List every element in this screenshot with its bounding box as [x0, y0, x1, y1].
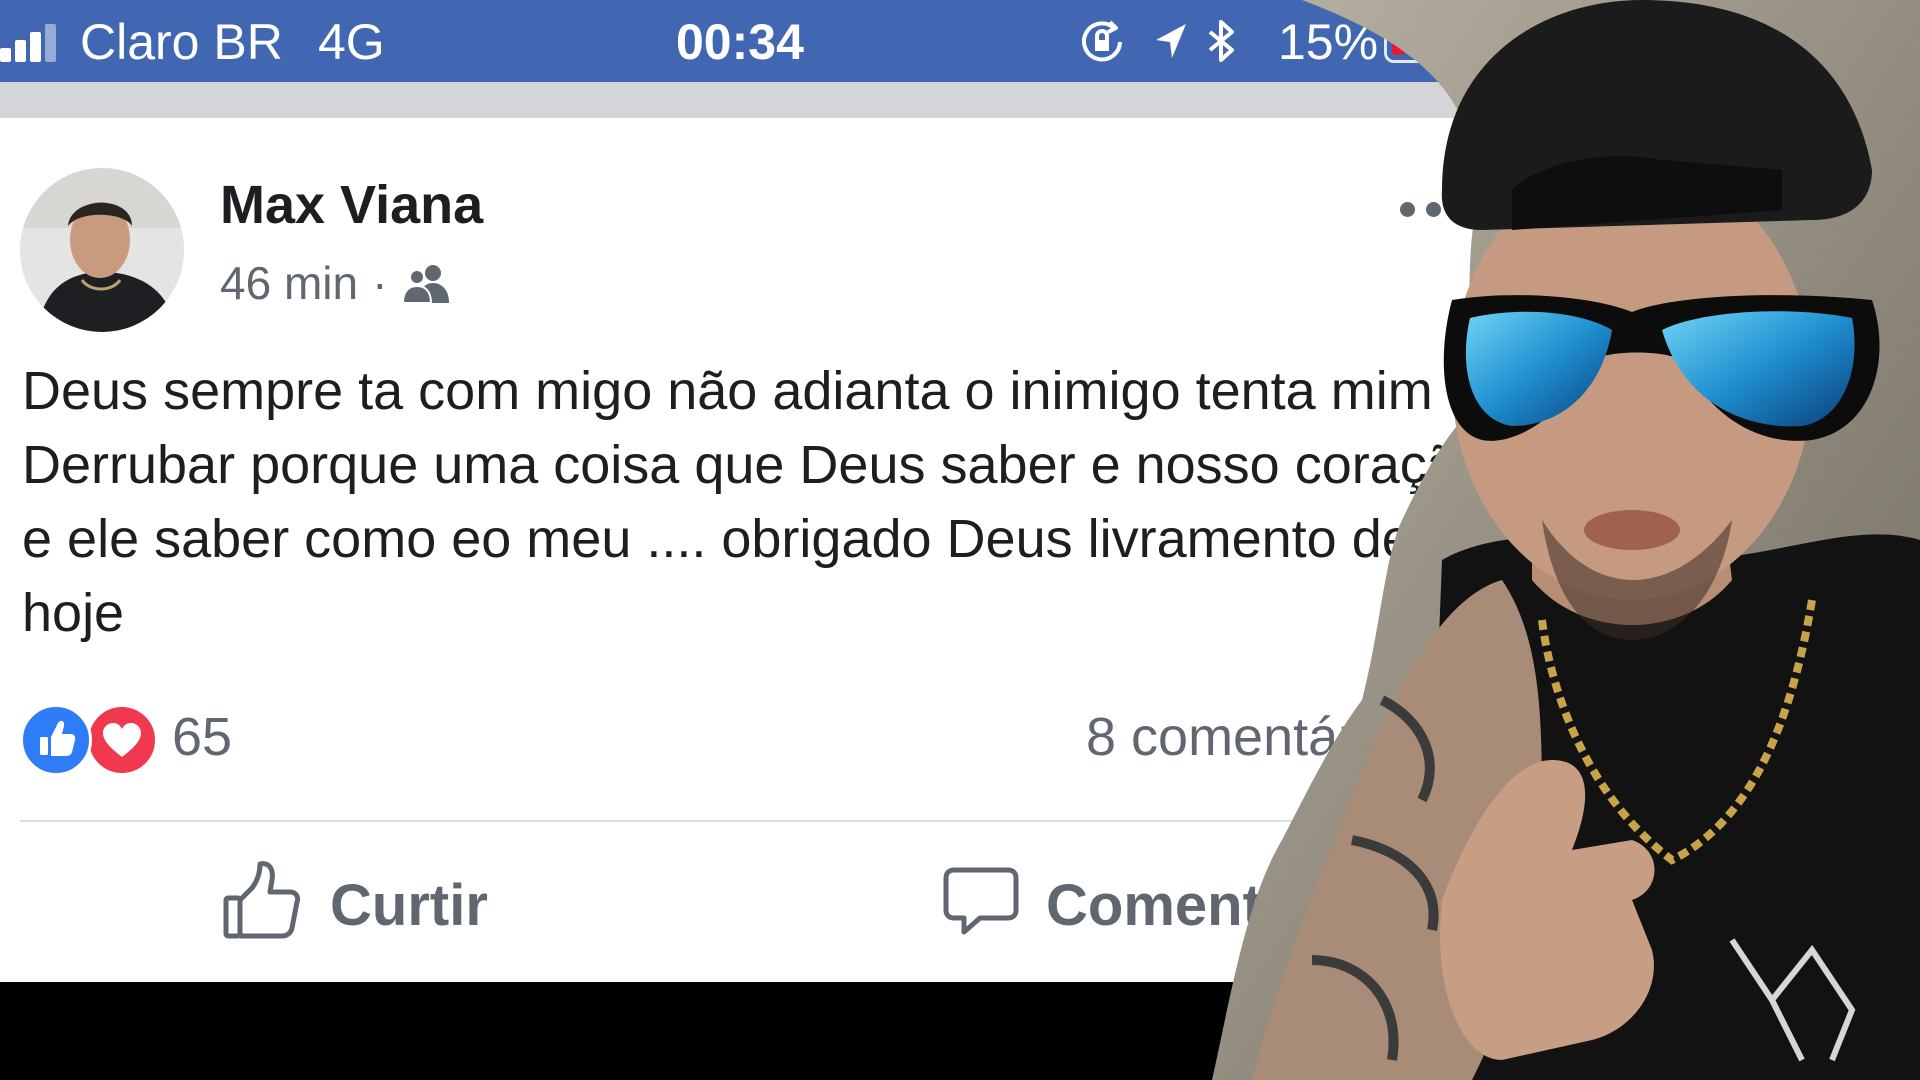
meta-separator: ·	[372, 257, 388, 309]
avatar-photo	[20, 168, 184, 332]
carrier-label: Claro BR	[80, 14, 283, 70]
clock: 00:34	[676, 14, 804, 70]
avatar[interactable]	[20, 168, 184, 332]
signal-icon	[0, 22, 64, 62]
post-time[interactable]: 46 min	[220, 257, 358, 309]
post-meta: 46 min ·	[220, 256, 451, 310]
post-author[interactable]: Max Viana	[220, 174, 483, 236]
like-label: Curtir	[330, 873, 488, 938]
friends-icon	[402, 265, 450, 304]
love-reaction-icon	[86, 704, 158, 776]
overlay-photo	[1212, 0, 1920, 1080]
thumbs-up-icon	[223, 861, 301, 939]
like-reaction-icon	[20, 704, 92, 776]
comment-bubble-icon	[943, 867, 1019, 935]
rotation-lock-icon	[1082, 20, 1122, 62]
location-arrow-icon	[1156, 24, 1186, 58]
network-type: 4G	[318, 14, 385, 70]
reaction-count[interactable]: 65	[172, 706, 232, 768]
